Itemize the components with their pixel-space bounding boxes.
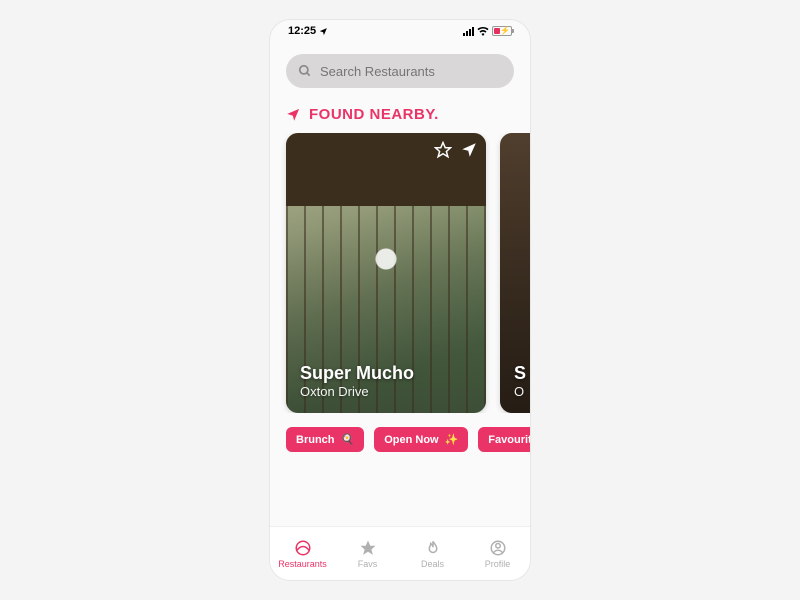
- favourite-button[interactable]: [434, 141, 452, 164]
- cellular-signal-icon: [463, 27, 474, 36]
- tab-bar: Restaurants Favs Deals Profile: [270, 526, 530, 580]
- filter-chip-brunch[interactable]: Brunch 🍳: [286, 427, 364, 452]
- filter-chip-favourite[interactable]: Favourite F: [478, 427, 530, 452]
- tab-label: Favs: [358, 559, 378, 569]
- tab-label: Restaurants: [278, 559, 327, 569]
- phone-frame: 12:25 ⚡ FOUND NEARBY.: [270, 20, 530, 580]
- star-icon: [359, 539, 377, 557]
- star-outline-icon: [434, 141, 452, 159]
- navigation-arrow-icon: [286, 107, 301, 122]
- sparkle-icon: ✨: [445, 433, 459, 446]
- search-bar[interactable]: [286, 54, 514, 88]
- restaurant-card[interactable]: S O: [500, 133, 530, 413]
- status-left: 12:25: [288, 25, 328, 37]
- status-time: 12:25: [288, 25, 316, 37]
- filter-chips-row[interactable]: Brunch 🍳 Open Now ✨ Favourite F: [270, 413, 530, 452]
- status-bar: 12:25 ⚡: [270, 20, 530, 42]
- tab-favs[interactable]: Favs: [335, 527, 400, 580]
- chip-label: Favourite F: [488, 434, 530, 446]
- send-icon: [460, 141, 478, 159]
- restaurant-name: Super Mucho: [300, 363, 472, 384]
- chip-label: Open Now: [384, 434, 438, 446]
- restaurant-card[interactable]: Super Mucho Oxton Drive: [286, 133, 486, 413]
- search-input[interactable]: [320, 64, 502, 79]
- filter-chip-open-now[interactable]: Open Now ✨: [374, 427, 468, 452]
- location-arrow-icon: [319, 27, 328, 36]
- content-area: FOUND NEARBY. Super Mucho Oxton Drive: [270, 42, 530, 526]
- tab-label: Deals: [421, 559, 444, 569]
- card-text: S O: [514, 363, 530, 399]
- tab-restaurants[interactable]: Restaurants: [270, 527, 335, 580]
- card-text: Super Mucho Oxton Drive: [300, 363, 472, 399]
- search-icon: [298, 64, 312, 78]
- status-right: ⚡: [463, 26, 512, 36]
- share-button[interactable]: [460, 141, 478, 164]
- wifi-icon: [477, 27, 489, 36]
- battery-icon: ⚡: [492, 26, 512, 36]
- section-heading: FOUND NEARBY.: [270, 102, 530, 133]
- restaurants-icon: [294, 539, 312, 557]
- tab-profile[interactable]: Profile: [465, 527, 530, 580]
- tab-deals[interactable]: Deals: [400, 527, 465, 580]
- restaurant-location: O: [514, 384, 530, 399]
- restaurant-location: Oxton Drive: [300, 384, 472, 399]
- nearby-cards-row[interactable]: Super Mucho Oxton Drive S O: [270, 133, 530, 413]
- flame-icon: [424, 539, 442, 557]
- restaurant-name: S: [514, 363, 530, 384]
- chip-label: Brunch: [296, 434, 335, 446]
- egg-icon: 🍳: [341, 433, 355, 446]
- tab-label: Profile: [485, 559, 511, 569]
- profile-icon: [489, 539, 507, 557]
- card-actions: [434, 141, 478, 164]
- section-title-text: FOUND NEARBY.: [309, 106, 439, 123]
